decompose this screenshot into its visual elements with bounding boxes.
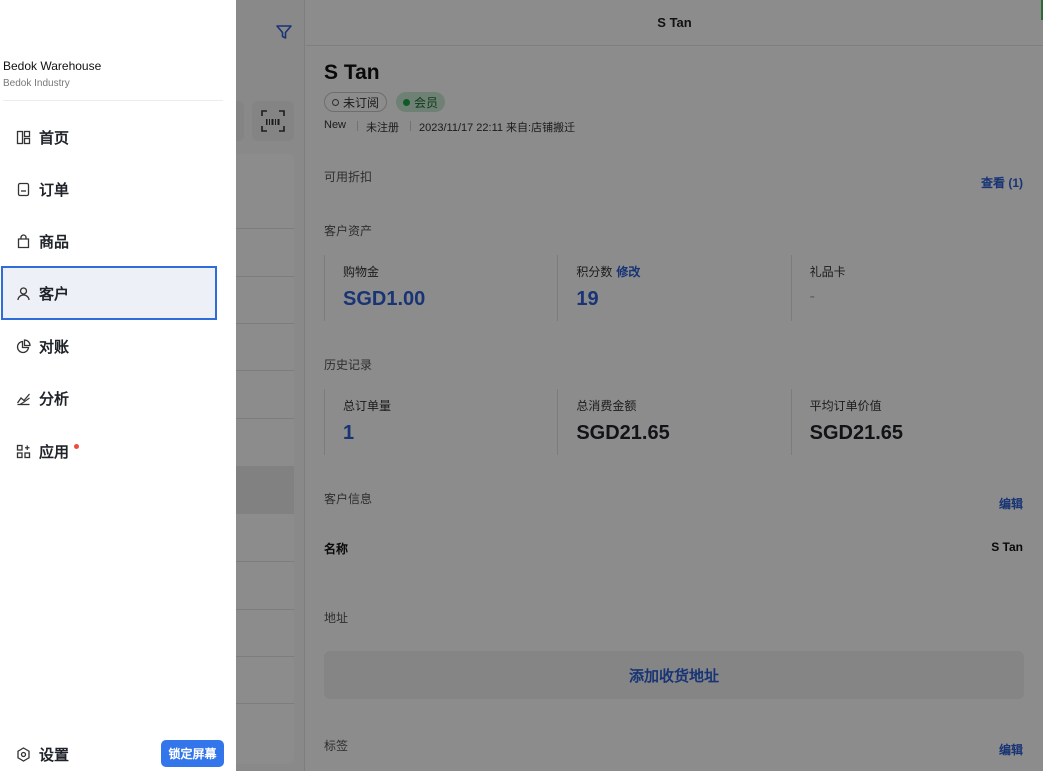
apps-icon (16, 444, 31, 459)
nav-item-customers[interactable]: 客户 (1, 266, 217, 320)
nav-label: 客户 (39, 285, 70, 303)
nav-item-orders[interactable]: 订单 (3, 164, 215, 214)
settings-label: 设置 (39, 746, 70, 764)
drawer-divider (3, 100, 223, 101)
nav-label: 首页 (39, 129, 70, 147)
shopping-bag-icon (16, 233, 31, 249)
dashboard-icon (16, 130, 31, 145)
area-chart-icon (16, 391, 31, 406)
lock-screen-button[interactable]: 锁定屏幕 (161, 740, 224, 767)
user-icon (16, 286, 31, 301)
pie-chart-icon (16, 338, 31, 354)
nav-label: 应用 (39, 443, 70, 461)
nav-item-products[interactable]: 商品 (3, 216, 215, 266)
navigation-drawer: Bedok Warehouse Bedok Industry 首页 订单 商品 … (0, 0, 236, 771)
settings-icon (16, 746, 31, 762)
settings-item[interactable]: 设置 (3, 738, 69, 770)
nav-label: 分析 (39, 390, 70, 408)
document-icon (16, 182, 31, 197)
nav-item-apps[interactable]: 应用 (3, 426, 215, 476)
nav-label: 对账 (39, 338, 70, 356)
store-name: Bedok Warehouse (3, 59, 102, 73)
notification-dot (74, 444, 79, 449)
nav-item-analytics[interactable]: 分析 (3, 373, 215, 423)
store-subtitle: Bedok Industry (3, 78, 70, 89)
nav-label: 商品 (39, 233, 70, 251)
nav-item-home[interactable]: 首页 (3, 112, 215, 162)
nav-item-reconciliation[interactable]: 对账 (3, 321, 215, 371)
nav-label: 订单 (39, 181, 70, 199)
